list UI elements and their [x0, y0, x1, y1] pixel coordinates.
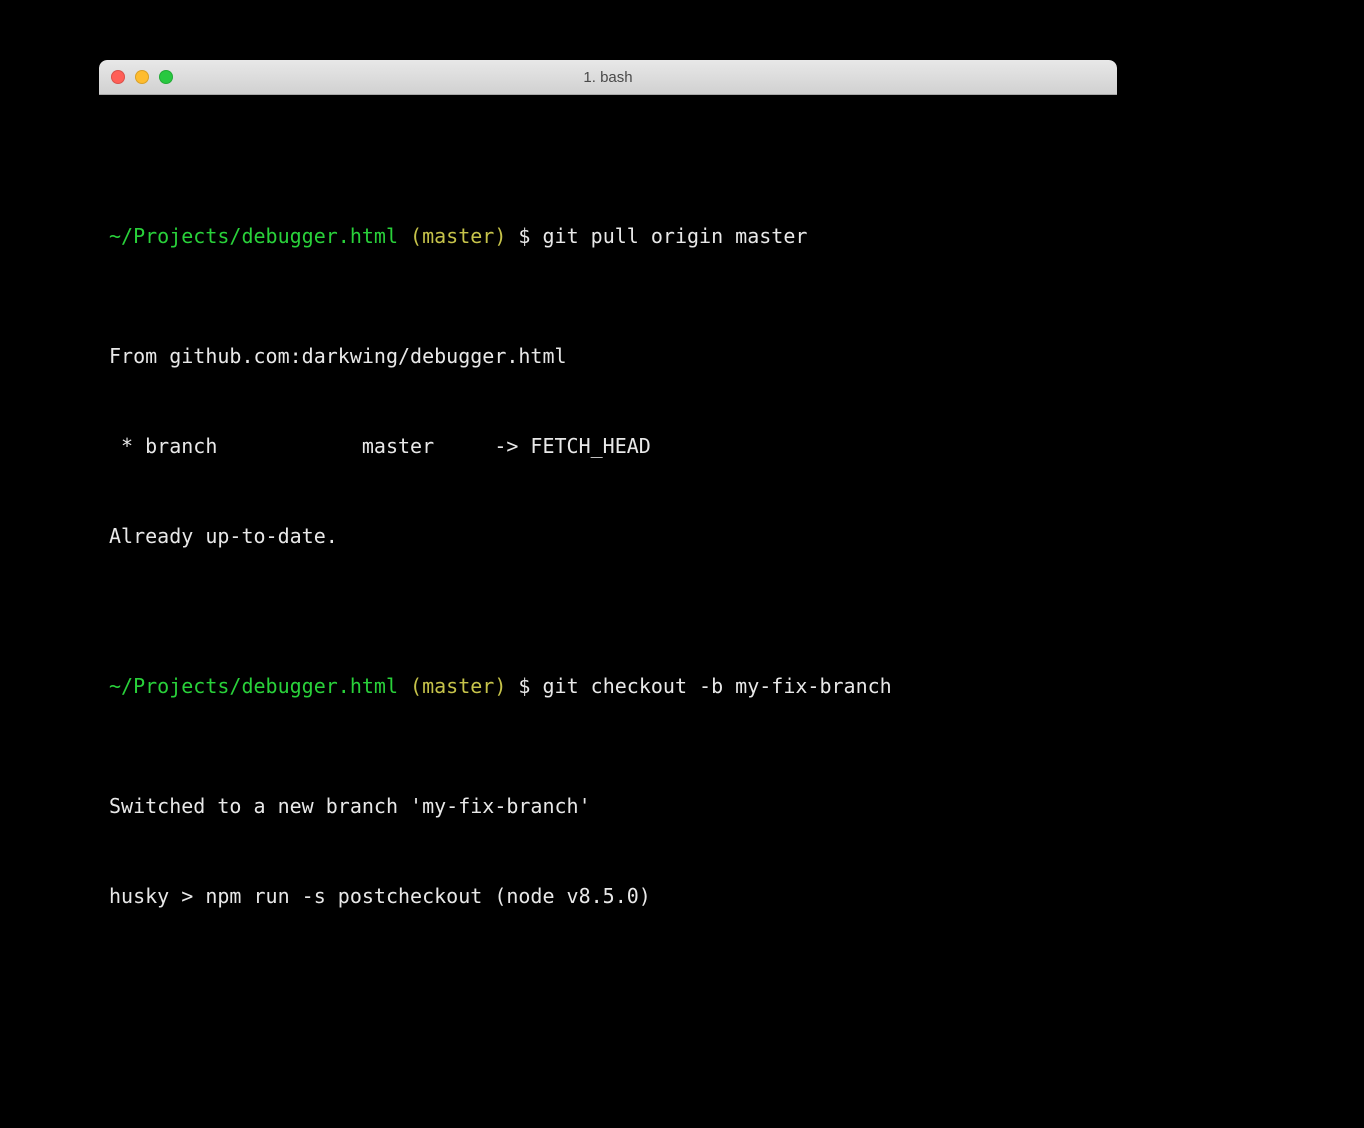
prompt-line: ~/Projects/debugger.html (master) $ git … — [109, 671, 1107, 701]
prompt-dollar: $ — [518, 674, 530, 698]
traffic-lights — [99, 70, 173, 84]
command-text: git pull origin master — [543, 224, 808, 248]
output-line: Switched to a new branch 'my-fix-branch' — [109, 791, 1107, 821]
prompt-path: ~/Projects/debugger.html — [109, 674, 398, 698]
terminal-body[interactable]: ~/Projects/debugger.html (master) $ git … — [99, 95, 1117, 1000]
titlebar[interactable]: 1. bash — [99, 60, 1117, 95]
terminal-window: 1. bash ~/Projects/debugger.html (master… — [99, 60, 1117, 1000]
output-line: From github.com:darkwing/debugger.html — [109, 341, 1107, 371]
stage: 1. bash ~/Projects/debugger.html (master… — [0, 0, 1364, 1128]
zoom-icon[interactable] — [159, 70, 173, 84]
output-line: * branch master -> FETCH_HEAD — [109, 431, 1107, 461]
prompt-branch: (master) — [410, 674, 506, 698]
command-text: git checkout -b my-fix-branch — [543, 674, 892, 698]
minimize-icon[interactable] — [135, 70, 149, 84]
output-line: Already up-to-date. — [109, 521, 1107, 551]
prompt-branch: (master) — [410, 224, 506, 248]
prompt-line: ~/Projects/debugger.html (master) $ git … — [109, 221, 1107, 251]
window-title: 1. bash — [99, 69, 1117, 86]
prompt-path: ~/Projects/debugger.html — [109, 224, 398, 248]
prompt-dollar: $ — [518, 224, 530, 248]
output-line: husky > npm run -s postcheckout (node v8… — [109, 881, 1107, 911]
close-icon[interactable] — [111, 70, 125, 84]
